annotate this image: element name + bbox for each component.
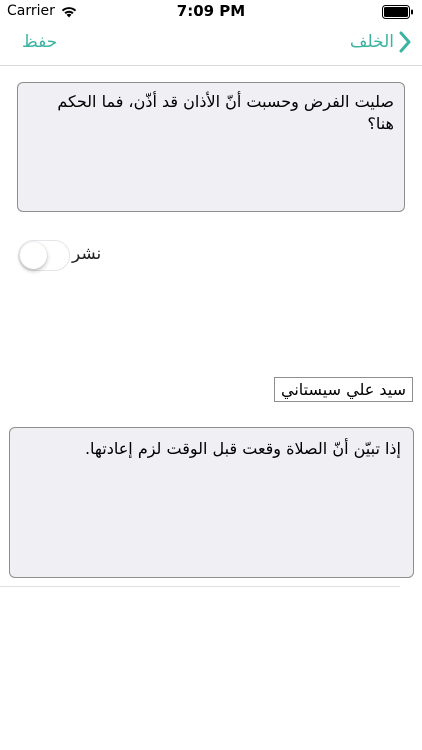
status-time: 7:09 PM: [176, 2, 246, 20]
toggle-knob: [20, 242, 47, 269]
battery-icon: [382, 5, 413, 19]
status-bar: Carrier 7:09 PM: [0, 0, 422, 24]
navigation-bar: حفظ الخلف: [0, 24, 422, 66]
question-text-area[interactable]: صليت الفرض وحسبت أنّ الأذان قد أذّن، فما…: [17, 82, 405, 212]
author-field[interactable]: سيد علي سيستاني: [274, 377, 413, 402]
back-button[interactable]: الخلف: [350, 31, 412, 53]
answer-text-area[interactable]: إذا تبيّن أنّ الصلاة وقعت قبل الوقت لزم …: [9, 427, 414, 578]
chevron-right-icon: [399, 31, 411, 53]
publish-row: نشر: [18, 238, 138, 272]
save-button[interactable]: حفظ: [22, 32, 57, 52]
screen: Carrier 7:09 PM حفظ الخلف صليت الفرض وحس…: [0, 0, 422, 750]
publish-toggle[interactable]: [18, 240, 70, 271]
publish-label: نشر: [72, 244, 102, 264]
back-label: الخلف: [349, 32, 394, 52]
divider: [0, 586, 400, 587]
